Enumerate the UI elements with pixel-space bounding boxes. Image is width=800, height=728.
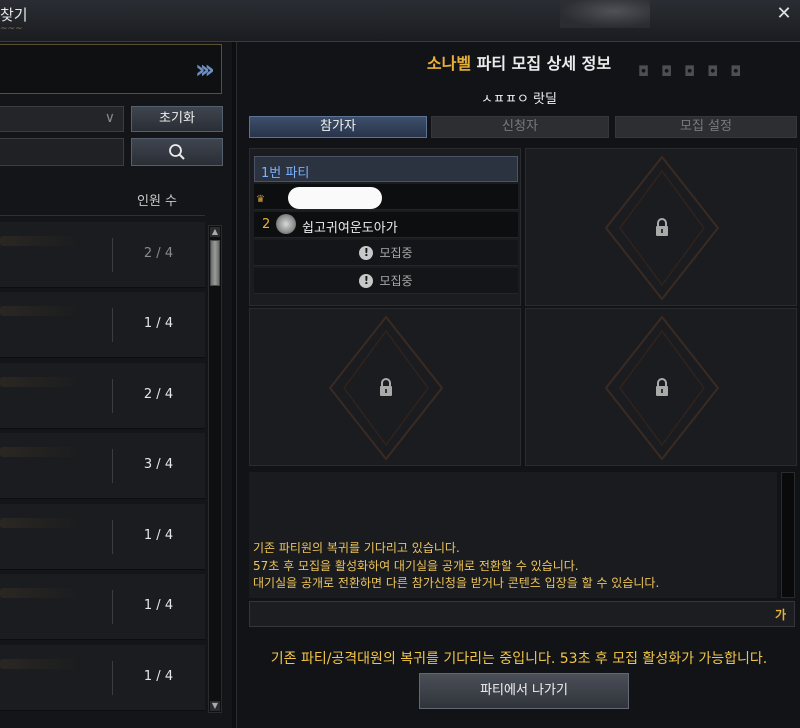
- redacted-name: [288, 187, 382, 209]
- recruiting-label: 모집중: [379, 274, 413, 288]
- party-list-panel: ››› ∨ 초기화 인원 수 2 / 4 1 / 4 2 / 4 3 / 4 1…: [0, 42, 232, 728]
- member-count: 1 / 4: [143, 598, 174, 613]
- list-item[interactable]: 3 / 4: [0, 433, 205, 499]
- chat-input-mode[interactable]: 가: [775, 606, 786, 623]
- chat-input[interactable]: 가: [249, 601, 795, 627]
- party-1-card: 1번 파티 ♛ 2 쉽고귀여운도아가 ! 모집중 ! 모집중: [254, 156, 518, 298]
- blurred-text: [0, 659, 80, 669]
- recruiting-slot: ! 모집중: [254, 268, 518, 294]
- triple-chevron-icon: ›››: [194, 55, 215, 85]
- member-number: 2: [262, 217, 271, 232]
- recruiting-label: 모집중: [379, 246, 413, 260]
- list-item[interactable]: 1 / 4: [0, 292, 205, 358]
- list-item[interactable]: 2 / 4: [0, 222, 205, 288]
- column-count-header: 인원 수: [137, 194, 178, 209]
- scroll-down-icon[interactable]: ▼: [210, 701, 220, 711]
- party-slot-4: [525, 308, 797, 466]
- search-button[interactable]: [131, 138, 223, 166]
- title-bar: 찾기 ~~~ ✕: [0, 0, 800, 42]
- raid-boss-name: 소나벨: [426, 54, 472, 73]
- chevron-down-icon: ∨: [104, 110, 115, 126]
- tab-recruit-settings[interactable]: 모집 설정: [615, 116, 797, 138]
- title-artwork: [560, 0, 650, 28]
- member-count: 2 / 4: [143, 246, 174, 261]
- crown-icon: ♛: [256, 194, 265, 205]
- list-scrollbar[interactable]: ▲ ▼: [208, 225, 222, 713]
- list-item[interactable]: 1 / 4: [0, 504, 205, 570]
- chat-line: 대기실을 공개로 전환하면 다른 참가신청을 받거나 콘텐츠 입장을 할 수 있…: [253, 576, 660, 590]
- close-icon: ✕: [776, 3, 792, 24]
- member-count: 2 / 4: [143, 387, 174, 402]
- recruiting-slot: ! 모집중: [254, 240, 518, 266]
- member-count: 1 / 4: [143, 669, 174, 684]
- close-button[interactable]: ✕: [774, 2, 794, 26]
- party-slot-3: [249, 308, 521, 466]
- chat-messages: 기존 파티원의 복귀를 기다리고 있습니다. 57초 후 모집을 활성화하여 대…: [253, 540, 783, 593]
- tab-applicants[interactable]: 신청자: [431, 116, 609, 138]
- blurred-text: [0, 447, 80, 457]
- list-item[interactable]: 2 / 4: [0, 363, 205, 429]
- lock-icon: [656, 378, 668, 396]
- member-count: 1 / 4: [143, 316, 174, 331]
- party-name: ㅅㅍㅍㅇ 랏딜: [481, 92, 557, 107]
- party-header-label: 1번 파티: [261, 166, 310, 181]
- blurred-text: [0, 236, 80, 246]
- search-input[interactable]: [0, 138, 124, 166]
- leave-party-button[interactable]: 파티에서 나가기: [419, 673, 629, 709]
- exclamation-icon: !: [359, 246, 374, 260]
- list-item[interactable]: 1 / 4: [0, 574, 205, 640]
- blurred-text: [0, 518, 80, 528]
- class-icon: [276, 214, 296, 234]
- detail-title-text: 파티 모집 상세 정보: [471, 54, 612, 73]
- tab-participants[interactable]: 참가자: [249, 116, 427, 138]
- blurred-text: [0, 306, 80, 316]
- chat-line: 기존 파티원의 복귀를 기다리고 있습니다.: [253, 541, 460, 555]
- lock-icon: [656, 218, 668, 236]
- scroll-up-icon[interactable]: ▲: [210, 227, 220, 237]
- scroll-thumb[interactable]: [210, 240, 220, 286]
- blurred-text: [0, 588, 80, 598]
- lock-icon: [380, 378, 392, 396]
- party-slot-2: [525, 148, 797, 306]
- filter-dropdown[interactable]: ∨: [0, 106, 124, 132]
- category-header[interactable]: ›››: [0, 44, 222, 94]
- party-member-2[interactable]: 2 쉽고귀여운도아가: [254, 212, 518, 238]
- reset-button[interactable]: 초기화: [131, 106, 223, 132]
- list-column-header: 인원 수: [0, 182, 205, 216]
- member-count: 1 / 4: [143, 528, 174, 543]
- title-decoration: ~~~: [0, 24, 23, 34]
- member-count: 3 / 4: [143, 457, 174, 472]
- member-name: 쉽고귀여운도아가: [302, 221, 398, 236]
- exclamation-icon: !: [359, 274, 374, 288]
- list-item[interactable]: 1 / 4: [0, 645, 205, 711]
- faded-icon-row: ◘◘◘◘◘: [638, 64, 754, 80]
- blurred-text: [0, 377, 80, 387]
- party-member-1[interactable]: ♛: [254, 184, 518, 210]
- status-message: 기존 파티/공격대원의 복귀를 기다리는 중입니다. 53초 후 모집 활성화가…: [270, 651, 768, 667]
- chat-scrollbar[interactable]: [781, 472, 795, 598]
- search-icon: [169, 144, 185, 160]
- window-title: 찾기: [0, 6, 28, 24]
- chat-line: 57초 후 모집을 활성화하여 대기실을 공개로 전환할 수 있습니다.: [253, 558, 579, 573]
- party-header: 1번 파티: [254, 156, 518, 182]
- party-detail-panel: 소나벨 파티 모집 상세 정보 ◘◘◘◘◘ ㅅㅍㅍㅇ 랏딜 참가자 신청자 모집…: [236, 42, 800, 728]
